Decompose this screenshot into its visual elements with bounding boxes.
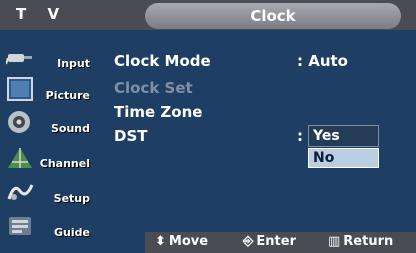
top-bar: T V Clock: [0, 0, 416, 30]
menu-item-clock-mode[interactable]: Clock Mode: [114, 52, 211, 70]
sidebar: Input Picture Sound Channel Setup Guide: [0, 30, 96, 253]
menu-item-dst[interactable]: DST: [114, 127, 148, 145]
sidebar-item-label: Picture: [45, 89, 90, 102]
picture-icon: [7, 77, 33, 101]
sidebar-item-label: Channel: [39, 157, 90, 170]
page-title: Clock: [250, 7, 296, 25]
move-updown-icon: ⬍: [155, 234, 166, 249]
dst-option-no[interactable]: No: [308, 148, 379, 168]
return-hint: ▥ Return: [328, 234, 393, 249]
sidebar-item-guide[interactable]: Guide: [6, 211, 92, 242]
dst-dropdown[interactable]: Yes No: [308, 125, 381, 169]
clock-mode-value: : Auto: [297, 52, 348, 70]
sidebar-item-label: Input: [57, 57, 90, 70]
sidebar-item-label: Setup: [53, 192, 90, 205]
dst-separator: :: [297, 127, 303, 145]
sidebar-item-input[interactable]: Input: [6, 42, 92, 73]
sidebar-item-channel[interactable]: Channel: [6, 142, 92, 173]
sidebar-item-picture[interactable]: Picture: [6, 74, 92, 105]
help-bar: ⬍ Move ⎆ Enter ▥ Return: [145, 232, 416, 253]
dst-option-yes[interactable]: Yes: [308, 125, 379, 147]
channel-antenna-icon: [8, 148, 32, 168]
sidebar-item-sound[interactable]: Sound: [6, 107, 92, 138]
return-icon: ▥: [328, 234, 341, 249]
menu-item-clock-set[interactable]: Clock Set: [114, 79, 193, 97]
tv-osd-screen: T V Clock Input Picture Sound Channel Se…: [0, 0, 416, 253]
enter-icon: ⎆: [243, 234, 254, 249]
enter-hint: ⎆ Enter: [243, 234, 296, 249]
setup-icon: [7, 184, 34, 200]
speaker-icon: [8, 111, 30, 133]
guide-icon: [9, 217, 31, 235]
menu-item-time-zone[interactable]: Time Zone: [114, 103, 202, 121]
title-pill: Clock: [145, 3, 401, 29]
enter-hint-label: Enter: [256, 234, 296, 249]
move-hint: ⬍ Move: [155, 234, 208, 249]
sidebar-item-label: Guide: [54, 226, 90, 239]
sidebar-item-label: Sound: [50, 122, 90, 135]
return-hint-label: Return: [343, 234, 394, 249]
move-hint-label: Move: [168, 234, 209, 249]
sidebar-item-setup[interactable]: Setup: [6, 177, 92, 208]
tv-label: T V: [16, 5, 68, 23]
input-plug-icon: [6, 54, 32, 65]
